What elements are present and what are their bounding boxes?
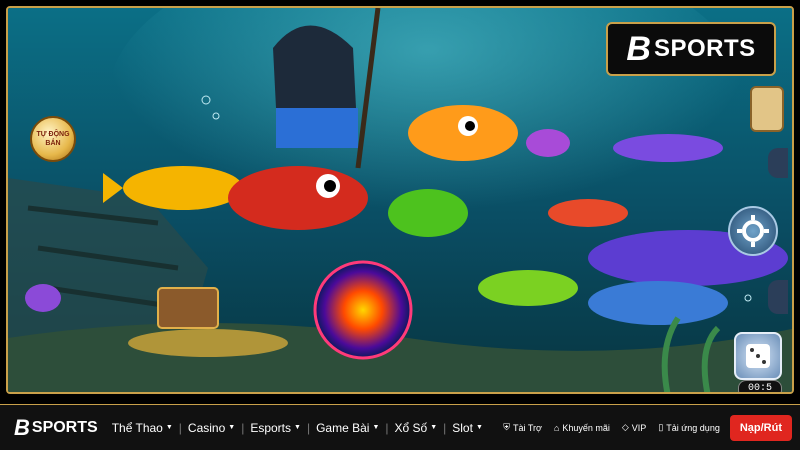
nav-logo-mark: B [14, 414, 30, 440]
link-vip[interactable]: ◇ VIP [622, 422, 646, 433]
game-timer: 00:5 [738, 380, 782, 392]
caret-down-icon: ▼ [430, 424, 438, 431]
link-label: Khuyến mãi [562, 422, 610, 433]
menu-item-game-bai[interactable]: Game Bài ▼ [310, 421, 385, 435]
caret-down-icon: ▼ [165, 424, 173, 431]
dice-glyph [746, 344, 770, 368]
menu-item-the-thao[interactable]: Thể Thao ▼ [106, 421, 179, 435]
link-tai-tro[interactable]: ⛨ Tài Trợ [503, 422, 542, 433]
caret-down-icon: ▼ [475, 424, 483, 431]
auto-fire-button[interactable]: TỰ ĐỘNG BẮN [30, 116, 76, 162]
brand-mark: B [626, 29, 651, 68]
menu-label: Game Bài [316, 420, 370, 435]
nav-logo-text: SPORTS [31, 418, 98, 436]
brand-text: SPORTS [653, 35, 756, 62]
auto-fire-label-1: TỰ ĐỘNG [36, 131, 70, 138]
auto-fire-label-2: BẮN [45, 140, 61, 147]
link-tai-ung-dung[interactable]: ▯ Tải ứng dụng [658, 422, 720, 433]
menu-item-esports[interactable]: Esports ▼ [244, 421, 307, 435]
shield-icon: ⛨ [503, 422, 510, 432]
phone-icon: ▯ [658, 422, 664, 432]
menu-label: Slot [452, 420, 473, 435]
deposit-withdraw-button[interactable]: Nạp/Rút [729, 414, 792, 441]
brand-logo: B SPORTS [606, 22, 776, 76]
caret-down-icon: ▼ [372, 424, 380, 431]
bottom-navbar: B SPORTS Thể Thao ▼ | Casino ▼ | Esports ▼ … [0, 404, 800, 450]
menu-label: Thể Thao [111, 420, 163, 435]
help-icon[interactable] [768, 148, 788, 178]
menu-label: Xổ Số [394, 420, 428, 435]
link-khuyen-mai[interactable]: ⌂ Khuyến mãi [554, 423, 610, 433]
caret-down-icon: ▼ [228, 424, 236, 431]
gear-icon[interactable] [728, 206, 778, 256]
map-icon[interactable] [750, 86, 784, 132]
dice-icon[interactable] [734, 332, 782, 380]
link-label: VIP [631, 422, 647, 433]
gear-glyph [737, 215, 769, 247]
main-menu: Thể Thao ▼ | Casino ▼ | Esports ▼ | Game Bà… [106, 421, 489, 435]
nav-logo[interactable]: B SPORTS [14, 415, 98, 441]
game-frame[interactable]: B SPORTS TỰ ĐỘNG BẮN 00:5 [6, 6, 794, 394]
menu-label: Casino [187, 420, 226, 435]
right-links: ⛨ Tài Trợ ⌂ Khuyến mãi ◇ VIP ▯ Tải ứng dụng … [491, 414, 792, 441]
caret-down-icon: ▼ [294, 424, 301, 431]
menu-item-slot[interactable]: Slot ▼ [446, 421, 489, 435]
menu-item-xo-so[interactable]: Xổ Số ▼ [389, 421, 444, 435]
exit-icon[interactable] [768, 280, 788, 314]
menu-label: Esports [250, 420, 292, 435]
link-label: Tải ứng dụng [666, 422, 720, 433]
menu-item-casino[interactable]: Casino ▼ [182, 421, 241, 435]
link-label: Tài Trợ [513, 422, 542, 433]
diamond-icon: ◇ [621, 422, 629, 432]
tag-icon: ⌂ [553, 422, 560, 433]
